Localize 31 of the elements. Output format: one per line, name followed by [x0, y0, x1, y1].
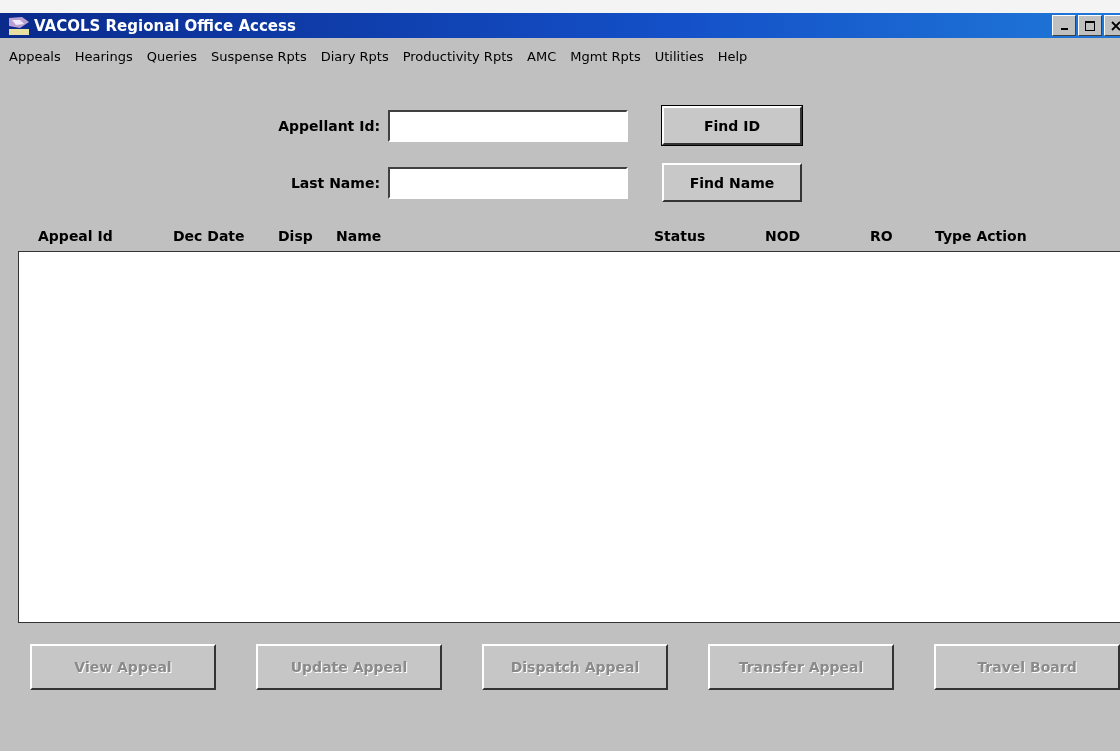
column-header: Dec Date — [173, 228, 246, 244]
maximize-button[interactable] — [1078, 15, 1102, 36]
menu-item[interactable]: Help — [710, 49, 755, 64]
input-field[interactable] — [388, 109, 628, 142]
find-button[interactable]: Find ID — [662, 106, 802, 145]
maximize-icon — [1085, 20, 1095, 31]
field-label: Appellant Id: — [277, 117, 381, 134]
column-header: Status — [654, 228, 707, 244]
menu-item[interactable]: Hearings — [67, 49, 140, 64]
minimize-button[interactable] — [1052, 15, 1076, 36]
column-header: Appeal Id — [38, 228, 114, 244]
menu-item[interactable]: Utilities — [647, 49, 711, 64]
menu-item[interactable]: Appeals — [2, 49, 68, 64]
menu-item[interactable]: Diary Rpts — [313, 49, 396, 64]
column-header: Type Action — [935, 228, 1027, 244]
app-icon — [8, 15, 30, 36]
minimize-icon — [1060, 28, 1068, 30]
column-header: NOD — [765, 228, 802, 244]
field-label: Last Name: — [289, 174, 381, 191]
find-button[interactable]: Find Name — [662, 163, 802, 202]
column-header: RO — [870, 228, 894, 244]
menu-item[interactable]: Productivity Rpts — [395, 49, 520, 64]
menu-item[interactable]: Suspense Rpts — [203, 49, 314, 64]
menu-item[interactable]: Queries — [139, 49, 204, 64]
window-title: VACOLS Regional Office Access — [34, 16, 296, 35]
menu-item[interactable]: Mgmt Rpts — [563, 49, 648, 64]
input-field[interactable] — [388, 166, 628, 199]
column-header: Name — [336, 228, 383, 244]
close-icon — [1111, 20, 1120, 31]
column-header: Disp — [278, 228, 314, 244]
menu-item[interactable]: AMC — [520, 49, 564, 64]
